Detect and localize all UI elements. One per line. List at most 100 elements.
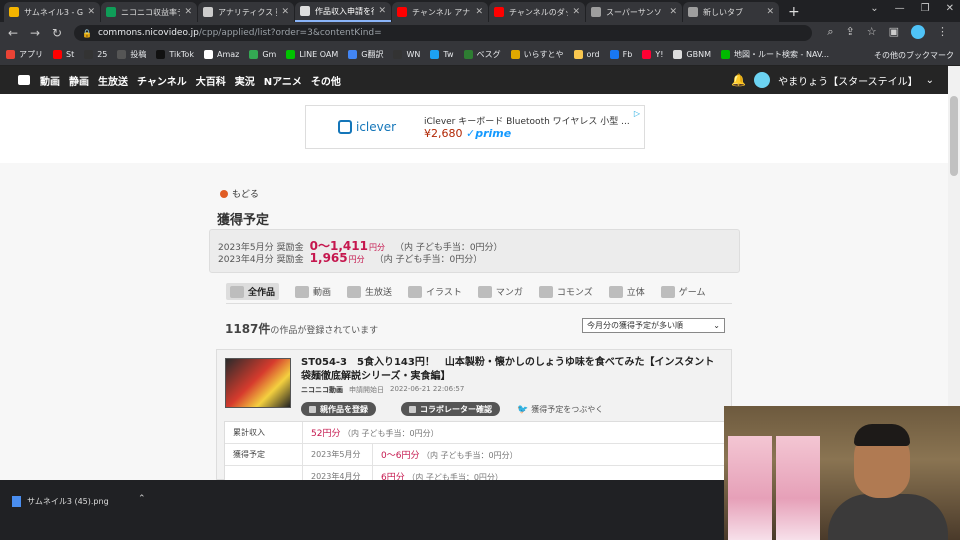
category-tab[interactable]: 立体 [608, 285, 645, 298]
category-tab[interactable]: 生放送 [347, 285, 392, 298]
nav-item[interactable]: 実況 [235, 77, 255, 88]
bookmark-item[interactable]: GBNM [673, 50, 711, 59]
bookmark-item[interactable]: WN [393, 50, 420, 59]
nav-item[interactable]: 大百科 [196, 77, 226, 88]
bookmark-item[interactable]: アプリ [6, 49, 43, 60]
notification-bell-icon[interactable]: 🔔 [731, 73, 746, 87]
bookmark-item[interactable]: Tw [430, 50, 454, 59]
tab-search-icon[interactable]: ⌄ [870, 3, 878, 14]
category-tab[interactable]: 全作品 [226, 283, 280, 300]
nav-item[interactable]: チャンネル [137, 77, 187, 88]
bookmark-favicon-icon [348, 50, 358, 59]
reload-icon[interactable]: ↻ [52, 26, 62, 40]
chevron-down-icon[interactable]: ⌄ [926, 75, 934, 86]
url-host: commons.nicovideo.jp [97, 28, 199, 38]
new-tab-button[interactable]: + [780, 4, 808, 22]
tab-favicon-icon [300, 6, 310, 16]
share-icon[interactable]: ⇪ [846, 25, 855, 39]
tweet-link[interactable]: 🐦 獲得予定をつぶやく [517, 404, 603, 415]
url-input[interactable]: 🔒 commons.nicovideo.jp /cpp/applied/list… [74, 25, 812, 41]
download-item[interactable]: サムネイル3 (45).png [12, 490, 152, 512]
forward-arrow-icon[interactable]: → [30, 26, 40, 40]
chevron-up-icon[interactable]: ⌃ [138, 494, 146, 504]
tab-close-icon[interactable]: ✕ [669, 7, 677, 17]
back-link[interactable]: もどる [220, 187, 259, 200]
person-hair [854, 424, 910, 446]
tab-close-icon[interactable]: ✕ [572, 7, 580, 17]
browser-tab[interactable]: チャンネルのダッシ ✕ [489, 2, 585, 22]
niconico-logo-icon[interactable] [18, 75, 30, 85]
category-tab[interactable]: コモンズ [538, 285, 593, 298]
other-bookmarks[interactable]: その他のブックマーク [874, 50, 954, 61]
category-tab[interactable]: 動画 [295, 285, 331, 298]
back-arrow-icon[interactable]: ← [8, 26, 18, 40]
bookmark-item[interactable]: Amaz [203, 50, 239, 59]
maximize-icon[interactable]: ❐ [921, 3, 930, 14]
bookmark-item[interactable]: 地図・ルート検索 - NAV... [721, 49, 829, 60]
browser-tab[interactable]: サムネイル3 - Goo✕ [4, 2, 100, 22]
user-avatar[interactable] [754, 72, 771, 88]
bookmark-star-icon[interactable]: ☆ [867, 25, 877, 39]
bookmark-item[interactable]: ベスグ [463, 49, 501, 60]
bookmark-favicon-icon [609, 50, 619, 59]
bookmarks-bar: アプリ St 25 投稿 TikTok Amaz Gm LINE OAM G翻訳 WN Tw ベスグ い… [0, 44, 960, 66]
register-parent-button[interactable]: 親作品を登録 [301, 402, 376, 416]
collaborator-button[interactable]: コラボレーター確認 [401, 402, 500, 416]
bookmark-item[interactable]: TikTok [156, 50, 194, 59]
browser-tab[interactable]: ニコニコ収益率デー ✕ [101, 2, 197, 22]
work-thumbnail[interactable] [225, 358, 291, 408]
browser-tab[interactable]: 作品収入申請を行 ✕ [295, 2, 391, 22]
bookmark-favicon-icon [117, 50, 127, 59]
ad-banner[interactable]: iclever iClever キーボード Bluetooth ワイヤレス 小型… [305, 105, 645, 149]
tab-close-icon[interactable]: ✕ [766, 7, 774, 17]
category-tab[interactable]: ゲーム [660, 285, 705, 298]
close-window-icon[interactable]: ✕ [946, 3, 954, 14]
minimize-icon[interactable]: — [895, 3, 905, 14]
category-label: マンガ [495, 288, 523, 298]
bookmark-item[interactable]: Fb [609, 50, 632, 59]
category-tab[interactable]: マンガ [477, 285, 523, 298]
sort-select[interactable]: 今月分の獲得予定が多い順 ⌄ [582, 318, 725, 333]
bookmark-favicon-icon [203, 50, 213, 59]
category-tab[interactable]: イラスト [408, 285, 462, 298]
bookmark-label: ベスグ [476, 50, 501, 59]
ad-price: ¥2,680 ✓prime [424, 127, 512, 140]
nav-item[interactable]: 生放送 [98, 77, 128, 88]
bookmark-item[interactable]: ord [573, 50, 600, 59]
scrollbar-thumb[interactable] [950, 96, 958, 176]
bookmark-item[interactable]: St [53, 50, 74, 59]
nav-item[interactable]: Nアニメ [264, 77, 302, 88]
browser-tab[interactable]: アナリティクス 動画 ✕ [198, 2, 294, 22]
summary-amount: 1,965 [309, 251, 348, 265]
bookmark-item[interactable]: G翻訳 [348, 49, 383, 60]
nav-item[interactable]: 動画 [40, 77, 60, 88]
bookmark-item[interactable]: 投稿 [117, 49, 146, 60]
bookmark-item[interactable]: LINE OAM [286, 50, 338, 59]
tab-close-icon[interactable]: ✕ [87, 7, 95, 17]
category-icon [347, 285, 362, 298]
bookmark-item[interactable]: いらすとや [510, 49, 564, 60]
browser-tab[interactable]: チャンネル アナリテ ✕ [392, 2, 488, 22]
bookmark-item[interactable]: Y! [642, 50, 663, 59]
browser-tab[interactable]: スーパーサンソ お ✕ [586, 2, 682, 22]
tab-close-icon[interactable]: ✕ [475, 7, 483, 17]
site-label: ニコニコ動画 [301, 386, 343, 394]
work-title[interactable]: ST054-3 5食入り143円！ 山本製粉・懐かしのしょうゆ味を食べてみた【イ… [301, 356, 721, 384]
page-title: 獲得予定 [217, 213, 270, 228]
adchoices-icon[interactable]: ▷ [634, 109, 640, 118]
bookmark-item[interactable]: 25 [84, 50, 107, 59]
zoom-icon[interactable]: ⌕ [827, 25, 833, 39]
tab-close-icon[interactable]: ✕ [378, 6, 386, 16]
menu-kebab-icon[interactable]: ⋮ [937, 25, 948, 39]
bookmark-item[interactable]: Gm [249, 50, 276, 59]
profile-avatar[interactable] [911, 25, 925, 39]
nav-item[interactable]: その他 [311, 77, 341, 88]
tab-close-icon[interactable]: ✕ [281, 7, 289, 17]
user-name[interactable]: やまりょう【スターステイル】 [778, 73, 918, 88]
tab-favicon-icon [203, 7, 213, 17]
tab-close-icon[interactable]: ✕ [184, 7, 192, 17]
browser-tab[interactable]: 新しいタブ ✕ [683, 2, 779, 22]
wall-poster [728, 436, 772, 540]
extensions-icon[interactable]: ▣ [889, 25, 899, 39]
nav-item[interactable]: 静画 [69, 77, 89, 88]
